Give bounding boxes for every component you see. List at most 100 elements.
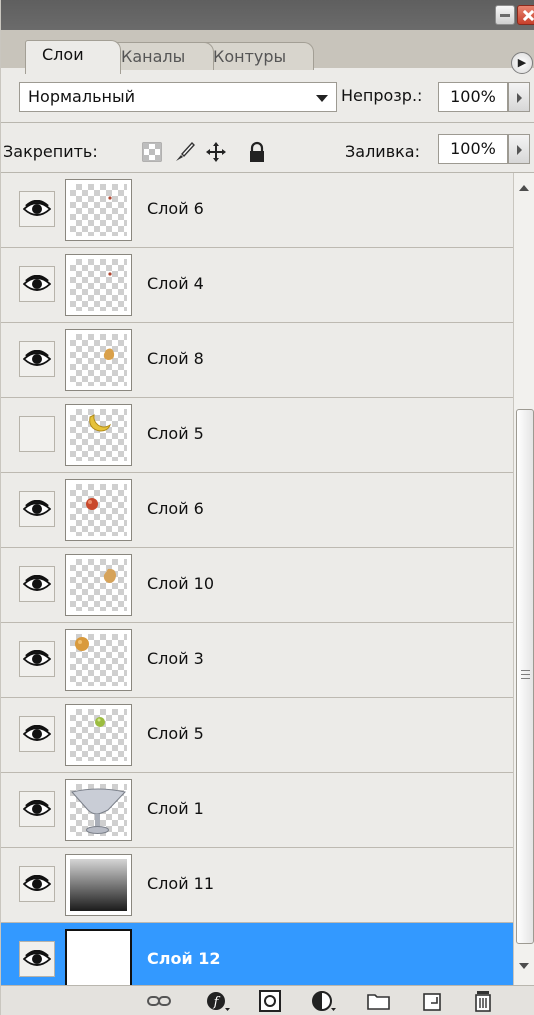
visibility-toggle[interactable] bbox=[19, 266, 55, 302]
layer-thumbnail[interactable] bbox=[65, 329, 132, 391]
visibility-toggle[interactable] bbox=[19, 191, 55, 227]
layer-thumbnail[interactable] bbox=[65, 179, 132, 241]
play-icon: ▶ bbox=[517, 56, 527, 69]
eye-icon bbox=[23, 575, 51, 591]
fill-label: Заливка: bbox=[345, 142, 420, 161]
layer-row[interactable]: Слой 11 bbox=[1, 848, 513, 923]
add-mask-icon[interactable] bbox=[258, 989, 284, 1013]
folder-icon[interactable] bbox=[366, 989, 392, 1013]
layers-toolbar: f bbox=[1, 985, 534, 1015]
layer-name: Слой 6 bbox=[147, 499, 204, 518]
layer-name: Слой 5 bbox=[147, 424, 204, 443]
orange-icon bbox=[75, 637, 89, 651]
scroll-thumb[interactable] bbox=[516, 409, 534, 944]
layer-row[interactable]: Слой 3 bbox=[1, 623, 513, 698]
fruit-icon bbox=[103, 568, 116, 583]
layer-style-icon[interactable]: f bbox=[205, 989, 231, 1013]
layer-row[interactable]: Слой 1 bbox=[1, 773, 513, 848]
lock-icon[interactable] bbox=[246, 141, 268, 163]
lock-transparency-icon[interactable] bbox=[141, 141, 163, 163]
layer-thumbnail[interactable] bbox=[65, 479, 132, 541]
panel-title-bar[interactable] bbox=[1, 0, 534, 30]
layer-row-selected[interactable]: Слой 12 bbox=[1, 923, 513, 985]
blend-mode-select[interactable]: Нормальный bbox=[19, 82, 337, 112]
layer-list-scrollbar[interactable] bbox=[513, 173, 534, 985]
layer-name: Слой 4 bbox=[147, 274, 204, 293]
trash-icon[interactable] bbox=[471, 989, 497, 1013]
tab-label: Слои bbox=[42, 45, 84, 64]
close-button[interactable] bbox=[517, 5, 534, 25]
layer-list: Слой 6 Слой 4 Слой 8 Слой 5 Слой 6 Слой … bbox=[1, 173, 513, 985]
layers-panel: Контуры Каналы Слои ▶ Нормальный Непрозр… bbox=[0, 0, 534, 1015]
visibility-toggle[interactable] bbox=[19, 866, 55, 902]
visibility-toggle[interactable] bbox=[19, 341, 55, 377]
visibility-toggle[interactable] bbox=[19, 416, 55, 452]
lock-label: Закрепить: bbox=[3, 142, 98, 161]
visibility-toggle[interactable] bbox=[19, 941, 55, 977]
layer-row[interactable]: Слой 6 bbox=[1, 173, 513, 248]
layer-thumbnail[interactable] bbox=[65, 554, 132, 616]
move-icon[interactable] bbox=[205, 141, 227, 163]
chevron-down-icon bbox=[316, 95, 328, 102]
adjustment-layer-icon[interactable] bbox=[311, 989, 337, 1013]
tab-layers[interactable]: Слои bbox=[25, 40, 121, 74]
eye-icon bbox=[23, 650, 51, 666]
blend-mode-value: Нормальный bbox=[28, 87, 135, 106]
banana-icon bbox=[89, 414, 111, 432]
tab-label: Контуры bbox=[213, 47, 287, 66]
eye-icon bbox=[23, 950, 51, 966]
layer-row[interactable]: Слой 6 bbox=[1, 473, 513, 548]
layer-thumbnail[interactable] bbox=[65, 854, 132, 916]
layer-name: Слой 3 bbox=[147, 649, 204, 668]
visibility-toggle[interactable] bbox=[19, 491, 55, 527]
layer-thumbnail[interactable] bbox=[65, 779, 132, 841]
visibility-toggle[interactable] bbox=[19, 791, 55, 827]
visibility-toggle[interactable] bbox=[19, 716, 55, 752]
opacity-slider-button[interactable] bbox=[508, 82, 530, 112]
layer-row[interactable]: Слой 4 bbox=[1, 248, 513, 323]
layer-thumbnail[interactable] bbox=[65, 629, 132, 691]
layer-thumbnail[interactable] bbox=[65, 704, 132, 766]
tab-strip: Контуры Каналы Слои ▶ bbox=[1, 30, 534, 74]
scroll-up-arrow-icon[interactable] bbox=[519, 185, 529, 191]
glass-vase-icon bbox=[71, 788, 126, 834]
brush-icon[interactable] bbox=[173, 141, 195, 163]
scroll-down-arrow-icon[interactable] bbox=[519, 963, 529, 969]
eye-icon bbox=[23, 350, 51, 366]
eye-icon bbox=[23, 800, 51, 816]
layer-name: Слой 5 bbox=[147, 724, 204, 743]
fill-input[interactable]: 100% bbox=[438, 134, 508, 164]
eye-icon bbox=[23, 500, 51, 516]
fruit-icon bbox=[103, 348, 115, 360]
layer-name: Слой 1 bbox=[147, 799, 204, 818]
new-layer-icon[interactable] bbox=[419, 989, 445, 1013]
layer-thumbnail[interactable] bbox=[65, 929, 132, 985]
layer-row[interactable]: Слой 8 bbox=[1, 323, 513, 398]
layer-row[interactable]: Слой 5 bbox=[1, 398, 513, 473]
layer-name: Слой 6 bbox=[147, 199, 204, 218]
eye-icon bbox=[23, 875, 51, 891]
layer-name: Слой 12 bbox=[147, 949, 221, 968]
eye-icon bbox=[23, 200, 51, 216]
apple-icon bbox=[86, 498, 98, 510]
layer-thumbnail[interactable] bbox=[65, 404, 132, 466]
layer-row[interactable]: Слой 5 bbox=[1, 698, 513, 773]
layer-name: Слой 8 bbox=[147, 349, 204, 368]
tab-label: Каналы bbox=[121, 47, 186, 66]
layer-name: Слой 11 bbox=[147, 874, 215, 893]
layer-name: Слой 10 bbox=[147, 574, 215, 593]
visibility-toggle[interactable] bbox=[19, 641, 55, 677]
fruit-icon bbox=[108, 272, 112, 276]
visibility-toggle[interactable] bbox=[19, 566, 55, 602]
panel-menu-button[interactable]: ▶ bbox=[511, 52, 533, 74]
layer-row[interactable]: Слой 10 bbox=[1, 548, 513, 623]
opacity-label: Непрозр.: bbox=[341, 86, 423, 105]
eye-icon bbox=[23, 725, 51, 741]
minimize-button[interactable] bbox=[495, 5, 515, 25]
link-layers-icon[interactable] bbox=[146, 989, 172, 1013]
layer-thumbnail[interactable] bbox=[65, 254, 132, 316]
eye-icon bbox=[23, 275, 51, 291]
fill-slider-button[interactable] bbox=[508, 134, 530, 164]
opacity-input[interactable]: 100% bbox=[438, 82, 508, 112]
fruit-icon bbox=[108, 196, 112, 200]
